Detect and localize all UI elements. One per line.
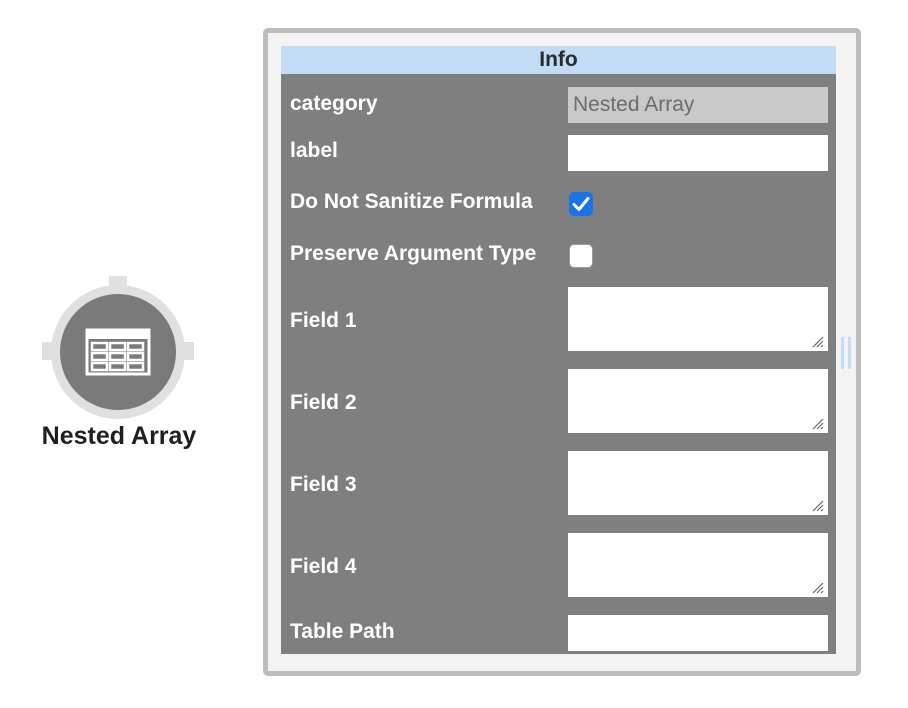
- checkmark-icon: [572, 197, 590, 211]
- table-path-input[interactable]: [568, 615, 828, 651]
- field-3-textarea[interactable]: [568, 451, 828, 515]
- row-label: label: [281, 132, 836, 172]
- row-field-4: Field 4: [281, 533, 836, 597]
- row-do-not-sanitize: Do Not Sanitize Formula: [281, 182, 836, 222]
- row-category: category: [281, 84, 836, 124]
- table-grid-icon: [85, 328, 151, 376]
- field-2-textarea[interactable]: [568, 369, 828, 433]
- field-4-textarea[interactable]: [568, 533, 828, 597]
- nested-array-node[interactable]: [42, 276, 194, 419]
- do-not-sanitize-checkbox[interactable]: [569, 192, 593, 216]
- field-2-label: Field 2: [290, 391, 357, 414]
- do-not-sanitize-label: Do Not Sanitize Formula: [290, 190, 533, 213]
- table-path-label: Table Path: [290, 620, 395, 643]
- resize-grip-icon[interactable]: [812, 418, 824, 430]
- node-core: [60, 294, 176, 410]
- category-label: category: [290, 92, 378, 115]
- row-table-path: Table Path: [281, 615, 836, 653]
- row-preserve-argument-type: Preserve Argument Type: [281, 234, 836, 274]
- node-label: Nested Array: [41, 422, 197, 450]
- row-field-1: Field 1: [281, 287, 836, 351]
- category-input: [568, 87, 828, 123]
- field-1-label: Field 1: [290, 309, 357, 332]
- field-3-label: Field 3: [290, 473, 357, 496]
- label-label: label: [290, 139, 338, 162]
- row-field-2: Field 2: [281, 369, 836, 433]
- label-input[interactable]: [568, 135, 828, 171]
- field-4-label: Field 4: [290, 555, 357, 578]
- inspector-body: Info category label Do Not Sanitize Form…: [281, 46, 836, 654]
- resize-grip-icon[interactable]: [812, 336, 824, 348]
- panel-resize-handle-icon[interactable]: [838, 336, 854, 370]
- preserve-argument-type-checkbox[interactable]: [569, 244, 593, 268]
- resize-grip-icon[interactable]: [812, 582, 824, 594]
- preserve-argument-type-label: Preserve Argument Type: [290, 242, 537, 265]
- row-field-3: Field 3: [281, 451, 836, 515]
- inspector-panel: Info category label Do Not Sanitize Form…: [263, 28, 861, 676]
- panel-header: Info: [281, 46, 836, 74]
- resize-grip-icon[interactable]: [812, 500, 824, 512]
- field-1-textarea[interactable]: [568, 287, 828, 351]
